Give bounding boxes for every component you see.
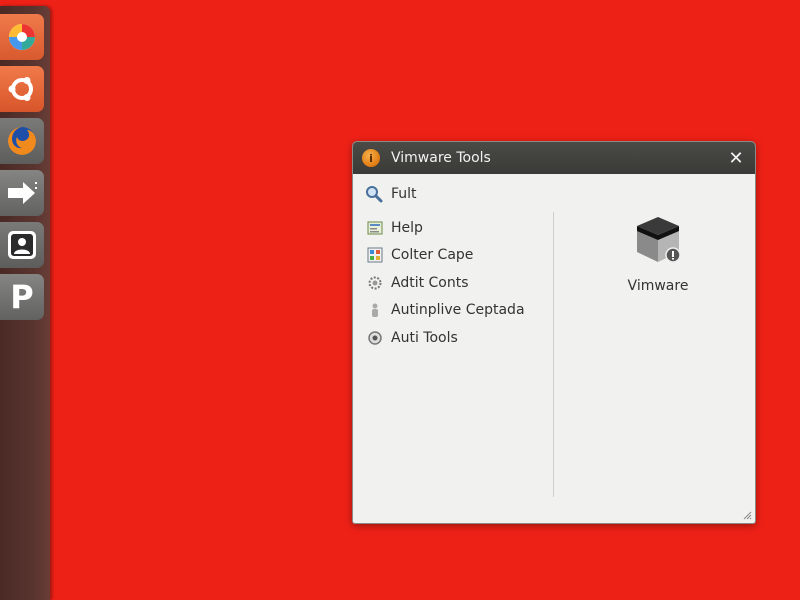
search-icon [366, 186, 383, 203]
launcher-item-photos[interactable] [0, 14, 44, 60]
app-title-icon-glyph: i [369, 151, 373, 165]
resize-grip-icon[interactable] [742, 510, 752, 520]
arrow-right-icon [8, 182, 37, 204]
launcher-item-p[interactable]: P [0, 274, 44, 320]
menu-item-label: Help [391, 219, 423, 236]
photo-app-icon [9, 24, 35, 50]
app-tile-label: Vimware [627, 278, 689, 294]
pane-divider [553, 212, 554, 497]
desktop: P i Vimware Tools ✕ Fult Help Colter Cap… [0, 0, 800, 600]
gear-icon [367, 275, 383, 291]
vmware-app-tile[interactable]: Vimware [618, 214, 698, 294]
tools-icon [367, 330, 383, 346]
menu-item-help[interactable]: Help [367, 214, 525, 242]
p-letter-icon: P [10, 278, 34, 316]
menu-item-label: Colter Cape [391, 247, 474, 264]
vmware-tools-window: i Vimware Tools ✕ Fult Help Colter Cape … [352, 141, 756, 524]
help-icon [367, 220, 383, 236]
launcher-item-arrow[interactable] [0, 170, 44, 216]
menu-item-label: Adtit Conts [391, 274, 469, 291]
app-title-icon: i [362, 149, 380, 167]
window-title: Vimware Tools [391, 150, 491, 166]
menu-item-label: Autinplive Ceptada [391, 302, 525, 319]
search-row[interactable]: Fult [365, 182, 417, 206]
firefox-icon [8, 127, 36, 155]
launcher-item-contacts[interactable] [0, 222, 44, 268]
launcher-item-ubuntu[interactable] [0, 66, 44, 112]
menu-item-label: Auti Tools [391, 329, 458, 346]
launcher: P [0, 6, 50, 600]
close-icon: ✕ [728, 147, 744, 169]
display-icon [367, 247, 383, 263]
menu-item-auti-tools[interactable]: Auti Tools [367, 324, 525, 352]
vmware-box-icon [637, 217, 681, 263]
close-button[interactable]: ✕ [725, 147, 747, 169]
launcher-item-firefox[interactable] [0, 118, 44, 164]
person-icon [367, 302, 383, 318]
menu-item-colter-cape[interactable]: Colter Cape [367, 242, 525, 270]
menu-item-autinplive-ceptada[interactable]: Autinplive Ceptada [367, 297, 525, 325]
menu-list: Help Colter Cape Adtit Conts Autinplive … [367, 214, 525, 352]
user-contacts-icon [8, 231, 36, 259]
window-titlebar[interactable]: i Vimware Tools ✕ [353, 142, 755, 174]
search-label: Fult [391, 186, 417, 202]
ubuntu-icon [8, 77, 33, 101]
menu-item-adtit-conts[interactable]: Adtit Conts [367, 269, 525, 297]
